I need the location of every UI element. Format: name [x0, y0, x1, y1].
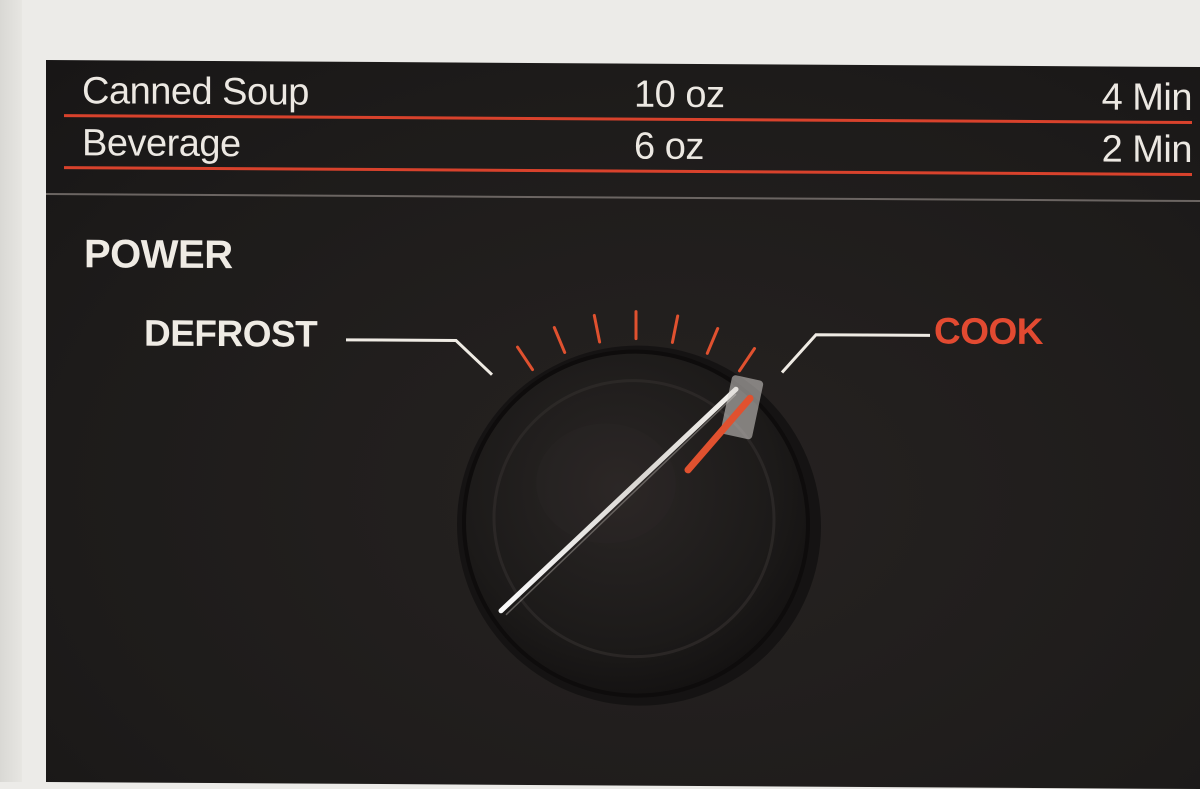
dial-tick: [552, 326, 567, 354]
defrost-label: DEFROST: [144, 312, 318, 355]
dial-tick: [705, 327, 720, 355]
page-margin: [0, 0, 22, 782]
dial-tick: [592, 313, 602, 344]
dial-tick: [670, 314, 680, 344]
microwave-control-panel: Canned Soup 10 oz 4 Min Beverage 6 oz 2 …: [46, 60, 1200, 789]
cook-label: COOK: [934, 310, 1043, 353]
power-dial-graphic: [346, 310, 930, 707]
rotary-knob-icon[interactable]: [457, 345, 821, 707]
defrost-leader-line: [346, 338, 494, 376]
cook-leader-line: [780, 333, 930, 374]
dial-tick: [738, 347, 756, 373]
dial-tick: [516, 345, 534, 372]
